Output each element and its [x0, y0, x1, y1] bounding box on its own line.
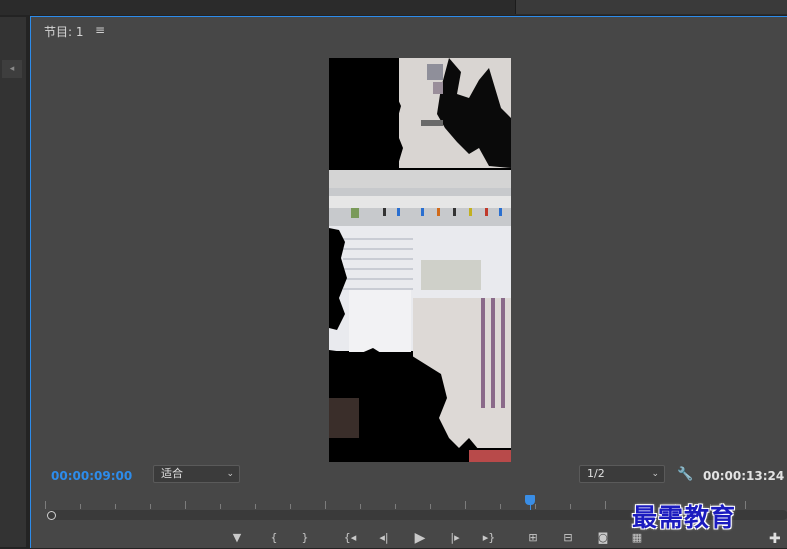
ruler-tick: [255, 504, 256, 509]
ruler-tick: [220, 504, 221, 509]
go-to-out-icon[interactable]: ▸}: [479, 529, 499, 547]
video-frame-image: [329, 58, 511, 462]
chevron-down-icon: ⌄: [651, 469, 659, 479]
zoom-level-select[interactable]: 适合 ⌄: [153, 465, 240, 483]
scrollbar-handle[interactable]: [47, 511, 56, 520]
program-monitor-panel: 节目: 1 ≡ 00:00:09:00 适合 ⌄ 1/2 ⌄ 🔧 00:00:1…: [30, 16, 787, 548]
watermark-logo: 最需教育: [632, 503, 737, 532]
mark-out-icon[interactable]: }: [295, 529, 315, 547]
mark-in-icon[interactable]: {: [264, 529, 284, 547]
current-timecode[interactable]: 00:00:09:00: [51, 469, 132, 483]
top-bar-segment: [515, 0, 787, 14]
ruler-tick: [185, 501, 186, 509]
play-icon[interactable]: ▶: [410, 529, 430, 547]
ruler-tick: [150, 504, 151, 509]
wrench-icon[interactable]: 🔧: [677, 467, 693, 482]
ruler-tick: [115, 504, 116, 509]
go-to-in-icon[interactable]: {◂: [340, 529, 360, 547]
collapse-panel-icon[interactable]: ◂: [2, 60, 22, 78]
extract-icon[interactable]: ⊟: [558, 529, 578, 547]
ruler-tick: [605, 501, 606, 509]
ruler-tick: [535, 504, 536, 509]
ruler-tick: [290, 504, 291, 509]
panel-title[interactable]: 节目: 1: [44, 23, 84, 40]
ruler-tick: [465, 501, 466, 509]
ruler-tick: [325, 501, 326, 509]
lift-icon[interactable]: ⊞: [523, 529, 543, 547]
ruler-tick: [500, 504, 501, 509]
plus-icon[interactable]: ✚: [769, 531, 781, 547]
step-back-icon[interactable]: ◂|: [374, 529, 394, 547]
chevron-down-icon: ⌄: [226, 469, 234, 479]
ruler-tick: [745, 501, 746, 509]
step-forward-icon[interactable]: |▸: [445, 529, 465, 547]
ruler-tick: [80, 504, 81, 509]
top-bar: [0, 0, 787, 15]
playback-resolution-select[interactable]: 1/2 ⌄: [579, 465, 665, 483]
ruler-tick: [430, 504, 431, 509]
ruler-tick: [360, 504, 361, 509]
left-panel: ◂: [0, 17, 26, 547]
ruler-tick: [395, 504, 396, 509]
zoom-level-value: 适合: [161, 467, 183, 480]
panel-menu-icon[interactable]: ≡: [95, 23, 105, 37]
video-frame: [329, 58, 511, 462]
duration-timecode: 00:00:13:24: [703, 469, 785, 483]
camera-icon[interactable]: ◙: [593, 529, 613, 547]
marker-icon[interactable]: ▼: [227, 529, 247, 547]
playback-resolution-value: 1/2: [587, 467, 605, 480]
ruler-tick: [570, 504, 571, 509]
ruler-tick: [45, 501, 46, 509]
